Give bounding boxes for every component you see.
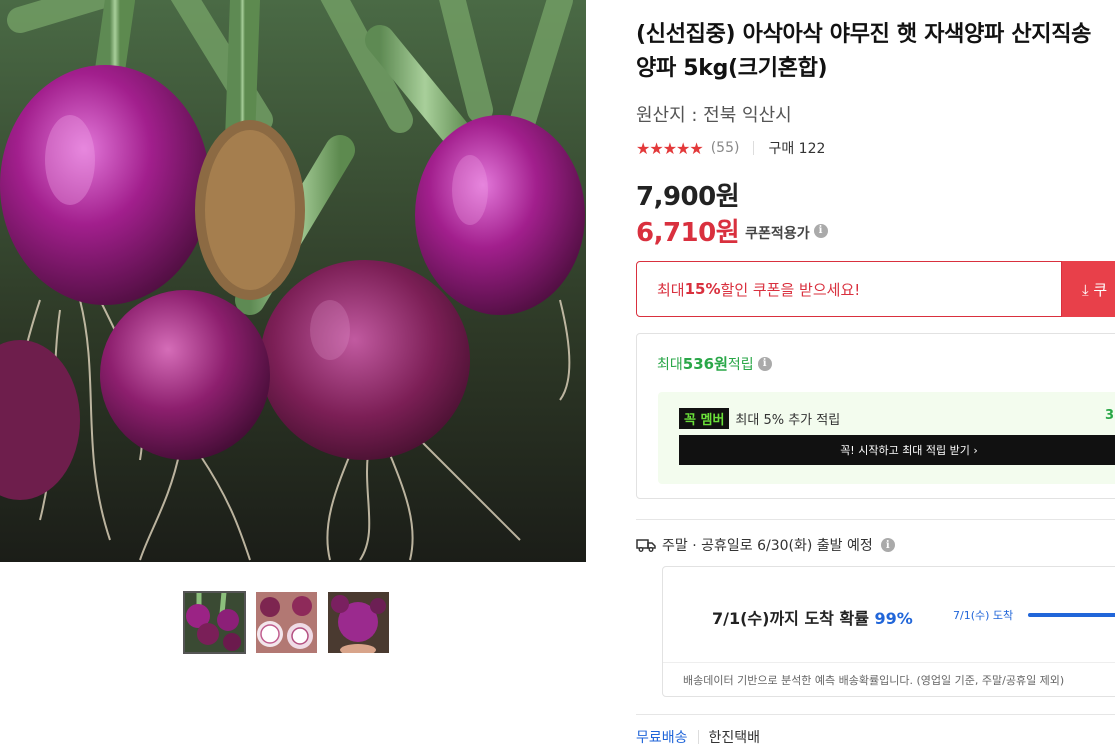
info-icon[interactable]: i [757, 356, 772, 371]
shipping-schedule-text: 주말 · 공휴일로 6/30(화) 출발 예정 [662, 538, 873, 554]
member-promo-box: 꼭 멤버 최대 5% 추가 적립 3 꼭! 시작하고 최대 적립 받기 › [658, 392, 1115, 484]
star-rating-icon: ★★★★★ [636, 138, 704, 158]
arrival-probability-bar [1028, 613, 1115, 617]
thumbnail-1[interactable] [183, 591, 246, 654]
thumbnail-3[interactable] [328, 592, 389, 653]
member-start-button[interactable]: 꼭! 시작하고 최대 적립 받기 › [679, 435, 1115, 465]
coupon-banner[interactable]: 최대 15% 할인 쿠폰을 받으세요! [636, 261, 1062, 317]
member-extra-amount: 3 [1105, 408, 1115, 423]
divider [636, 714, 1115, 715]
info-icon[interactable]: i [813, 223, 828, 238]
coupon-discount-pct: 15% [684, 280, 721, 298]
purchase-count: 구매 122 [768, 141, 826, 157]
coupon-price-row: 6,710원 쿠폰적용가 i [636, 212, 828, 249]
arrival-probability: 7/1(수)까지 도착 확률 99% [712, 605, 913, 629]
arrival-prefix: 7/1(수)까지 도착 확률 [712, 609, 875, 628]
coupon-price: 6,710원 [636, 218, 740, 248]
points-section: 최대 536원 적립 i 꼭 멤버 최대 5% 추가 적립 3 꼭! 시작하고 … [636, 333, 1115, 499]
shipping-schedule: 주말 · 공휴일로 6/30(화) 출발 예정 i [636, 535, 895, 555]
divider [753, 141, 755, 155]
coupon-text-prefix: 최대 [657, 280, 685, 299]
arrival-note: 배송데이터 기반으로 분석한 예측 배송확률입니다. (영업일 기준, 주말/공… [683, 674, 1065, 687]
coupon-text-suffix: 할인 쿠폰을 받으세요! [720, 280, 861, 299]
divider [697, 730, 699, 744]
product-title: (신선집중) 아삭아삭 야무진 햇 자색양파 산지직송 양파 5kg(크기혼합) [636, 22, 1092, 81]
points-suffix: 적립 [727, 356, 754, 373]
points-prefix: 최대 [657, 356, 683, 373]
arrival-probability-fill [1028, 613, 1115, 617]
original-price: 7,900원 [636, 182, 740, 212]
product-info-panel: (신선집중) 아삭아삭 야무진 햇 자색양파 산지직송 양파 5kg(크기혼합)… [636, 0, 1115, 755]
divider [663, 662, 1115, 663]
arrival-probability-box: 7/1(수)까지 도착 확률 99% 7/1(수) 도착 배송데이터 기반으로 … [662, 566, 1115, 697]
thumbnail-2[interactable] [256, 592, 317, 653]
truck-icon [636, 539, 656, 552]
courier-name: 한진택배 [708, 730, 761, 746]
review-count[interactable]: (55) [711, 140, 740, 156]
free-shipping-label: 무료배송 [636, 730, 688, 746]
main-product-image [0, 0, 586, 562]
coupon-price-label: 쿠폰적용가 [745, 225, 810, 242]
coupon-download-button[interactable]: ⤓ 쿠 [1062, 261, 1115, 317]
thumbnail-strip [183, 591, 389, 654]
product-origin: 원산지 : 전북 익산시 [636, 105, 792, 126]
points-amount: 536원 [682, 355, 728, 373]
rating-row[interactable]: ★★★★★ (55) 구매 122 [636, 138, 825, 158]
member-line: 꼭 멤버 최대 5% 추가 적립 [679, 408, 840, 429]
max-points-line: 최대 536원 적립 i [657, 353, 772, 374]
member-badge: 꼭 멤버 [679, 408, 730, 429]
member-extra-text: 최대 5% 추가 적립 [735, 413, 841, 428]
info-icon[interactable]: i [880, 538, 895, 552]
arrival-side-label: 7/1(수) 도착 [953, 609, 1014, 622]
divider [636, 519, 1115, 520]
arrival-pct: 99% [874, 609, 913, 628]
shipping-type-row: 무료배송 한진택배 [636, 727, 760, 747]
